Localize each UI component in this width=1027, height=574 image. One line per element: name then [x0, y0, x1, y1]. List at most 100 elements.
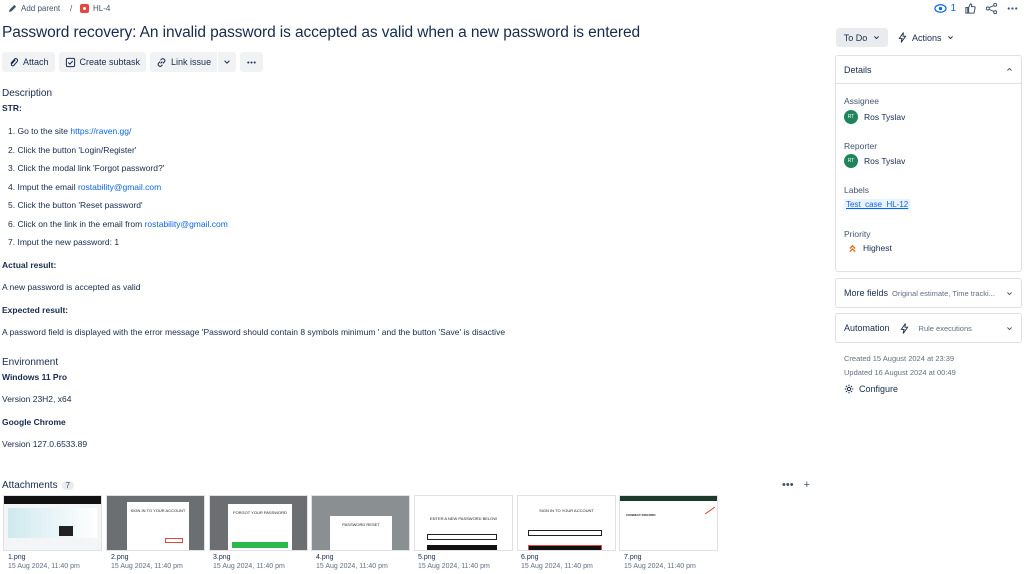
reporter-field[interactable]: RT Ros Tyslav [844, 154, 905, 168]
assignee-label: Assignee [844, 96, 879, 106]
attach-label: Attach [23, 57, 49, 67]
more-icon[interactable] [1006, 2, 1019, 15]
attachment-date: 15 Aug 2024, 11:40 pm [213, 563, 285, 570]
list-item: 3. Click the modal link 'Forgot password… [8, 163, 165, 173]
browser-label: Google Chrome [2, 417, 66, 427]
configure-link[interactable]: Configure [844, 384, 898, 394]
attachment-date: 15 Aug 2024, 11:40 pm [111, 563, 183, 570]
chevron-up-icon [1007, 67, 1012, 71]
attachment-thumbnail[interactable] [3, 495, 102, 551]
details-heading: Details [844, 64, 872, 75]
lightning-icon [898, 32, 907, 43]
more-icon [247, 60, 256, 64]
browser-version: Version 127.0.6533.89 [2, 439, 88, 449]
link-issue-button[interactable]: Link issue [150, 52, 218, 72]
add-parent-link[interactable]: Add parent [8, 4, 60, 13]
chevron-down-icon [1007, 291, 1012, 295]
more-actions-button[interactable] [240, 52, 264, 72]
updated-date: Updated 16 August 2024 at 00:49 [844, 368, 956, 377]
attachment-date: 15 Aug 2024, 11:40 pm [418, 563, 490, 570]
attachment-name: 2.png [111, 554, 129, 561]
details-panel: Details Assignee RT Ros Tyslav Reporter … [835, 55, 1022, 272]
bug-icon [80, 4, 89, 13]
priority-highest-icon [849, 244, 856, 252]
attachment-thumbnail[interactable]: SIGN IN TO YOUR ACCOUNT [517, 495, 616, 551]
assignee-field[interactable]: RT Ros Tyslav [844, 110, 905, 124]
actions-label: Actions [912, 32, 942, 43]
attachment-name: 6.png [521, 554, 539, 561]
list-item: 6. Click on the link in the email from r… [8, 219, 228, 229]
attachment-name: 4.png [316, 554, 334, 561]
str-label: STR: [2, 103, 22, 113]
attachment-thumbnail[interactable]: CONNECT DISCORD [619, 495, 718, 551]
create-subtask-label: Create subtask [79, 57, 141, 67]
priority-label: Priority [844, 229, 871, 239]
attachment-thumbnail[interactable]: SIGN IN TO YOUR ACCOUNT [106, 495, 205, 551]
details-header[interactable]: Details [836, 56, 1021, 84]
issue-title[interactable]: Password recovery: An invalid password i… [2, 24, 640, 42]
thumb-preview-text: PASSWORD RESET [330, 516, 392, 550]
more-icon[interactable]: ••• [782, 479, 794, 491]
priority-value: Highest [863, 243, 892, 253]
top-bar: Add parent / HL-4 1 [0, 0, 1027, 18]
attachment-name: 5.png [418, 554, 436, 561]
issue-toolbar: Attach Create subtask Link issue [2, 52, 264, 72]
lightning-icon [900, 322, 909, 334]
attachment-name: 3.png [213, 554, 231, 561]
attachments-label: Attachments [2, 480, 58, 491]
more-fields-section[interactable]: More fields Original estimate, Time trac… [835, 278, 1022, 308]
configure-label: Configure [859, 384, 899, 394]
thumbs-up-icon[interactable] [964, 2, 977, 15]
share-icon[interactable] [985, 2, 998, 15]
watch-button[interactable]: 1 [934, 2, 956, 15]
labels-field[interactable]: Test_case_HL-12 [844, 199, 911, 210]
link-icon [157, 57, 166, 67]
issue-key-link[interactable]: HL-4 [80, 4, 110, 13]
actual-result-text: A new password is accepted as valid [2, 282, 141, 292]
more-fields-sub: Original estimate, Time tracki... [892, 288, 995, 298]
chevron-down-icon [1007, 326, 1012, 330]
link-issue-split: Link issue [150, 52, 237, 72]
attachment-thumbnail[interactable]: FORGOT YOUR PASSWORD [209, 495, 308, 551]
status-label: To Do [843, 32, 868, 43]
list-item: 2. Click the button 'Login/Register' [8, 145, 137, 155]
description-heading: Description [2, 88, 53, 99]
attachments-count: 7 [61, 481, 75, 490]
labels-label: Labels [844, 185, 870, 195]
watchers-count: 1 [950, 3, 956, 14]
automation-label: Automation [844, 323, 890, 333]
link-issue-label: Link issue [171, 57, 212, 67]
automation-section[interactable]: Automation Rule executions [835, 313, 1022, 343]
more-fields-label: More fields [844, 288, 889, 298]
email-link[interactable]: rostability@gmail.com [78, 182, 161, 192]
email-link[interactable]: rostability@gmail.com [145, 219, 228, 229]
create-subtask-button[interactable]: Create subtask [58, 52, 147, 72]
assignee-name: Ros Tyslav [864, 112, 906, 122]
attachment-thumbnail[interactable]: PASSWORD RESET [311, 495, 410, 551]
thumb-preview-text: ENTER A NEW PASSWORD BELOW [429, 516, 498, 521]
os-label: Windows 11 Pro [2, 372, 68, 382]
avatar: RT [844, 154, 858, 168]
subtask-icon [65, 57, 75, 67]
header-actions: 1 [934, 2, 1019, 15]
status-dropdown[interactable]: To Do [836, 28, 888, 47]
attachment-thumbnail[interactable]: ENTER A NEW PASSWORD BELOW [414, 495, 513, 551]
actions-button[interactable]: Actions [898, 28, 954, 47]
add-parent-label: Add parent [21, 4, 61, 13]
reporter-label: Reporter [844, 141, 878, 151]
os-version: Version 23H2, x64 [2, 394, 72, 404]
attach-button[interactable]: Attach [2, 52, 55, 72]
issue-key-label: HL-4 [93, 4, 111, 13]
link-issue-dropdown[interactable] [218, 52, 237, 72]
eye-icon [934, 4, 948, 13]
attachment-date: 15 Aug 2024, 11:40 pm [8, 563, 80, 570]
priority-field[interactable]: Highest [848, 243, 892, 253]
automation-sub: Rule executions [918, 323, 972, 333]
list-item: 7. Imput the new password: 1 [8, 237, 120, 247]
chevron-down-icon [224, 60, 230, 64]
site-link[interactable]: https://raven.gg/ [70, 126, 131, 136]
label-tag[interactable]: Test_case_HL-12 [844, 199, 911, 210]
add-icon[interactable]: + [804, 479, 810, 491]
chevron-down-icon [947, 36, 953, 40]
paperclip-icon [10, 57, 19, 66]
